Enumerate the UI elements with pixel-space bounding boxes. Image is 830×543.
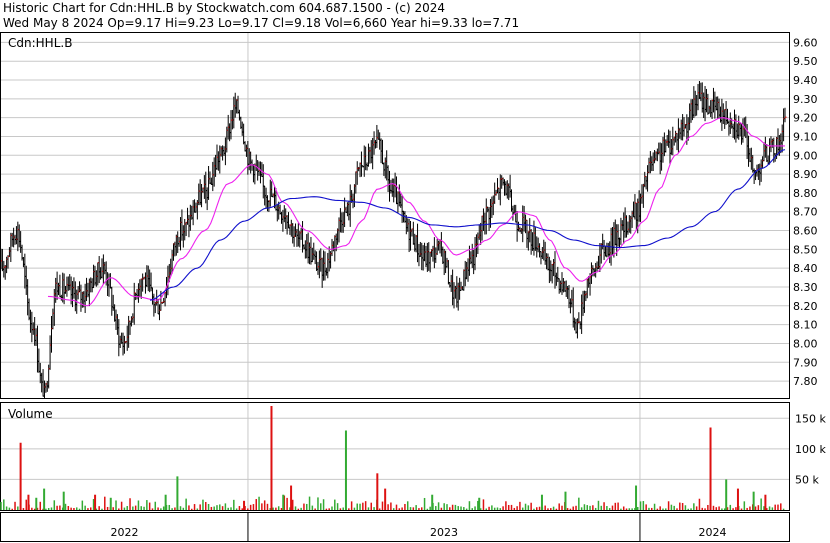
price-tick-label: 8.10 — [793, 319, 818, 332]
price-tick-label: 8.80 — [793, 187, 818, 200]
chart-header-quote: Wed May 8 2024 Op=9.17 Hi=9.23 Lo=9.17 C… — [3, 16, 519, 30]
chart-background — [0, 0, 830, 543]
price-tick-label: 8.50 — [793, 243, 818, 256]
year-label: 2024 — [698, 526, 726, 539]
price-tick-label: 9.00 — [793, 149, 818, 162]
volume-tick-label: 150 k — [795, 412, 826, 425]
price-tick-label: 8.40 — [793, 262, 818, 275]
volume-tick-label: 100 k — [795, 443, 826, 456]
price-tick-label: 9.10 — [793, 130, 818, 143]
price-tick-label: 8.70 — [793, 206, 818, 219]
price-tick-label: 7.90 — [793, 356, 818, 369]
symbol-label: Cdn:HHL.B — [8, 36, 72, 50]
price-tick-label: 9.30 — [793, 93, 818, 106]
chart-header-title: Historic Chart for Cdn:HHL.B by Stockwat… — [3, 1, 445, 15]
year-label: 2023 — [430, 526, 458, 539]
price-tick-label: 8.00 — [793, 337, 818, 350]
price-tick-label: 8.60 — [793, 225, 818, 238]
price-tick-label: 8.20 — [793, 300, 818, 313]
price-tick-label: 8.90 — [793, 168, 818, 181]
price-tick-label: 8.30 — [793, 281, 818, 294]
price-tick-label: 9.50 — [793, 55, 818, 68]
price-tick-label: 9.60 — [793, 36, 818, 49]
volume-tick-label: 50 k — [795, 473, 819, 486]
price-tick-label: 7.80 — [793, 375, 818, 388]
stock-chart: 9.60 9.50 9.40 9.30 9.20 9.10 9.00 8.90 8.80 8.70… — [0, 0, 830, 543]
year-label: 2022 — [110, 526, 138, 539]
price-tick-label: 9.20 — [793, 112, 818, 125]
chart-canvas: 9.60 9.50 9.40 9.30 9.20 9.10 9.00 8.90 8.80 8.70… — [0, 0, 830, 543]
volume-panel-label: Volume — [8, 407, 53, 421]
price-tick-label: 9.40 — [793, 74, 818, 87]
